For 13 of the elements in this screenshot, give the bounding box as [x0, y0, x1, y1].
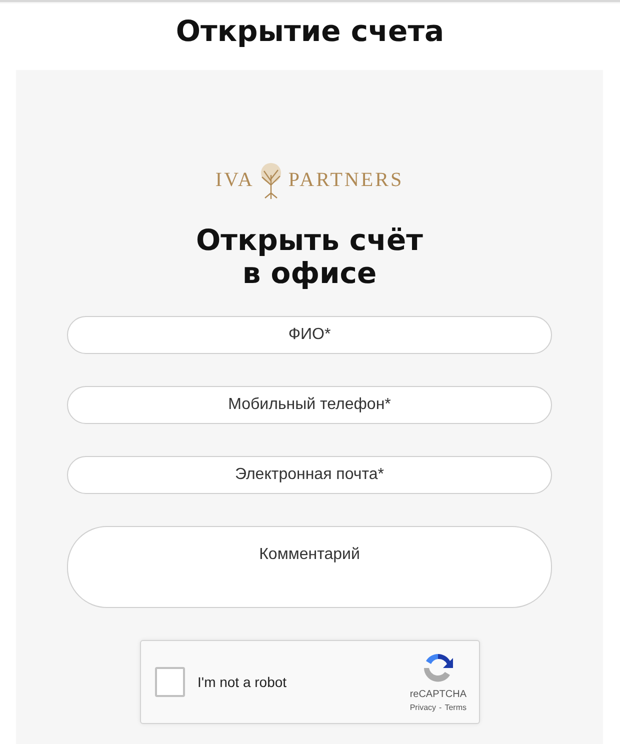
terms-link[interactable]: Terms [444, 702, 466, 714]
page-title: Открытие счета [174, 13, 446, 50]
privacy-link[interactable]: Privacy [410, 702, 436, 714]
separator: - [439, 702, 442, 714]
input-field[interactable]: ФИО* [67, 316, 552, 354]
input-field[interactable]: Электронная почта* [67, 456, 552, 494]
recaptcha-brand: reCAPTCHA [410, 688, 466, 702]
input-field[interactable]: Мобильный телефон* [67, 386, 552, 424]
form-heading: Открыть счёт в офисе [196, 224, 423, 290]
comment-field[interactable]: Комментарий [67, 526, 552, 608]
checkbox[interactable] [154, 667, 184, 697]
logo: IVA PARTNERS [215, 160, 404, 200]
checkbox-label: I'm not a robot [198, 672, 287, 692]
